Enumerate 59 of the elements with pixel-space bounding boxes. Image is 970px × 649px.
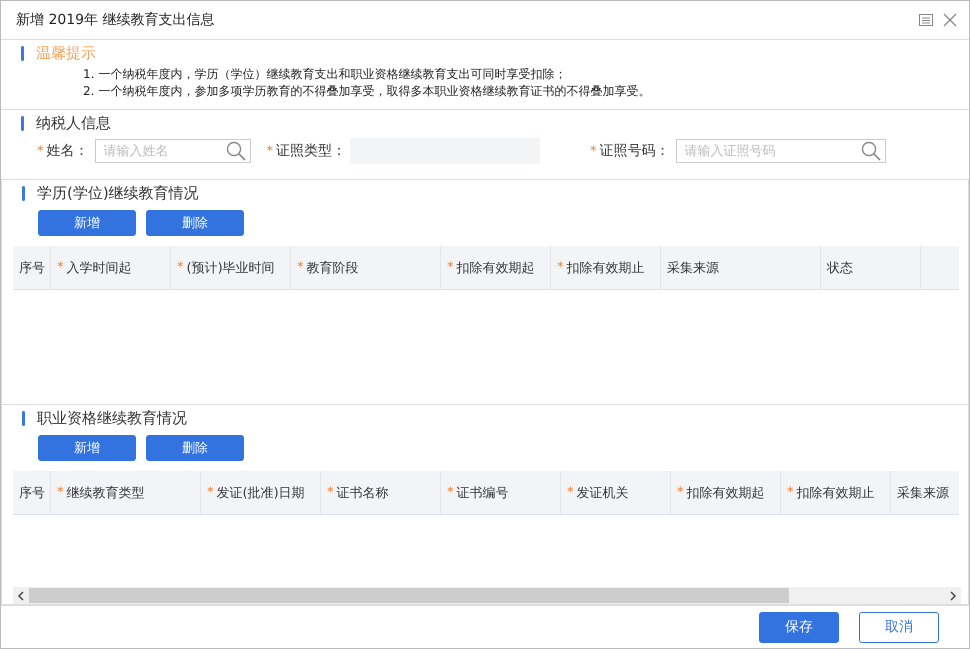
- column-header: 扣除有效期止: [566, 260, 644, 276]
- column-header: 状态: [827, 260, 853, 276]
- column-header: (预计)毕业时间: [186, 260, 275, 276]
- field-label: 证照号码：: [600, 142, 670, 160]
- column-header: 采集来源: [667, 260, 719, 276]
- search-icon[interactable]: [226, 141, 246, 161]
- column-header: 发证机关: [576, 484, 628, 502]
- search-icon[interactable]: [860, 141, 880, 161]
- section-marker: [22, 410, 25, 426]
- column-header: 证书编号: [456, 484, 508, 502]
- field-label: 姓名：: [46, 142, 88, 160]
- required-mark: *: [590, 144, 596, 158]
- required-mark: *: [57, 485, 64, 500]
- required-mark: *: [177, 260, 184, 275]
- column-header: 序号: [19, 484, 45, 502]
- required-mark: *: [266, 144, 273, 158]
- field-label: 证照类型：: [276, 142, 346, 160]
- toolbar-button[interactable]: 新增: [38, 435, 136, 461]
- required-mark: *: [57, 260, 64, 275]
- section-marker: [21, 46, 24, 60]
- required-mark: *: [787, 485, 794, 500]
- column-header: 证书名称: [336, 484, 388, 502]
- required-mark: *: [567, 485, 574, 500]
- required-mark: *: [677, 485, 684, 500]
- column-header: 扣除有效期起: [686, 484, 764, 502]
- search-field[interactable]: 请输入证照号码: [676, 139, 886, 163]
- toolbar-button[interactable]: 删除: [146, 210, 244, 236]
- section-title: 温馨提示: [36, 44, 96, 62]
- required-mark: *: [447, 485, 454, 500]
- cancel-button[interactable]: 取消: [859, 612, 939, 642]
- required-mark: *: [557, 260, 564, 275]
- tip-text: 2. 一个纳税年度内，参加多项学历教育的不得叠加享受，取得多本职业资格继续教育证书的不得叠加享受。: [82, 83, 652, 100]
- tip-text: 1. 一个纳税年度内，学历（学位）继续教育支出和职业资格继续教育支出可同时享受扣除；: [82, 66, 568, 83]
- required-mark: *: [447, 260, 454, 275]
- toolbar-button[interactable]: 新增: [38, 210, 136, 236]
- required-mark: *: [37, 144, 44, 158]
- column-header: 教育阶段: [306, 260, 358, 276]
- section-title: 学历(学位)继续教育情况: [37, 184, 199, 202]
- search-field[interactable]: 请输入姓名: [94, 139, 250, 163]
- column-header: 继续教育类型: [66, 484, 144, 502]
- toolbar-button[interactable]: 删除: [146, 435, 244, 461]
- section-title: 纳税人信息: [36, 114, 111, 132]
- required-mark: *: [207, 485, 214, 500]
- required-mark: *: [297, 260, 304, 275]
- column-header: 入学时间起: [66, 260, 132, 276]
- close-icon[interactable]: [943, 13, 957, 27]
- section-marker: [21, 116, 24, 130]
- column-header: 采集来源: [897, 484, 949, 502]
- column-header: 发证(批准)日期: [216, 484, 305, 502]
- column-header: 扣除有效期起: [456, 260, 534, 276]
- column-header: 扣除有效期止: [796, 484, 874, 502]
- required-mark: *: [327, 485, 334, 500]
- section-title: 职业资格继续教育情况: [37, 408, 187, 428]
- horizontal-scrollbar[interactable]: [13, 587, 961, 604]
- column-header: 序号: [19, 260, 45, 276]
- window-title: 新增 2019年 继续教育支出信息: [16, 11, 215, 29]
- window-icon[interactable]: [919, 14, 933, 26]
- section-marker: [22, 186, 25, 200]
- save-button[interactable]: 保存: [759, 612, 839, 642]
